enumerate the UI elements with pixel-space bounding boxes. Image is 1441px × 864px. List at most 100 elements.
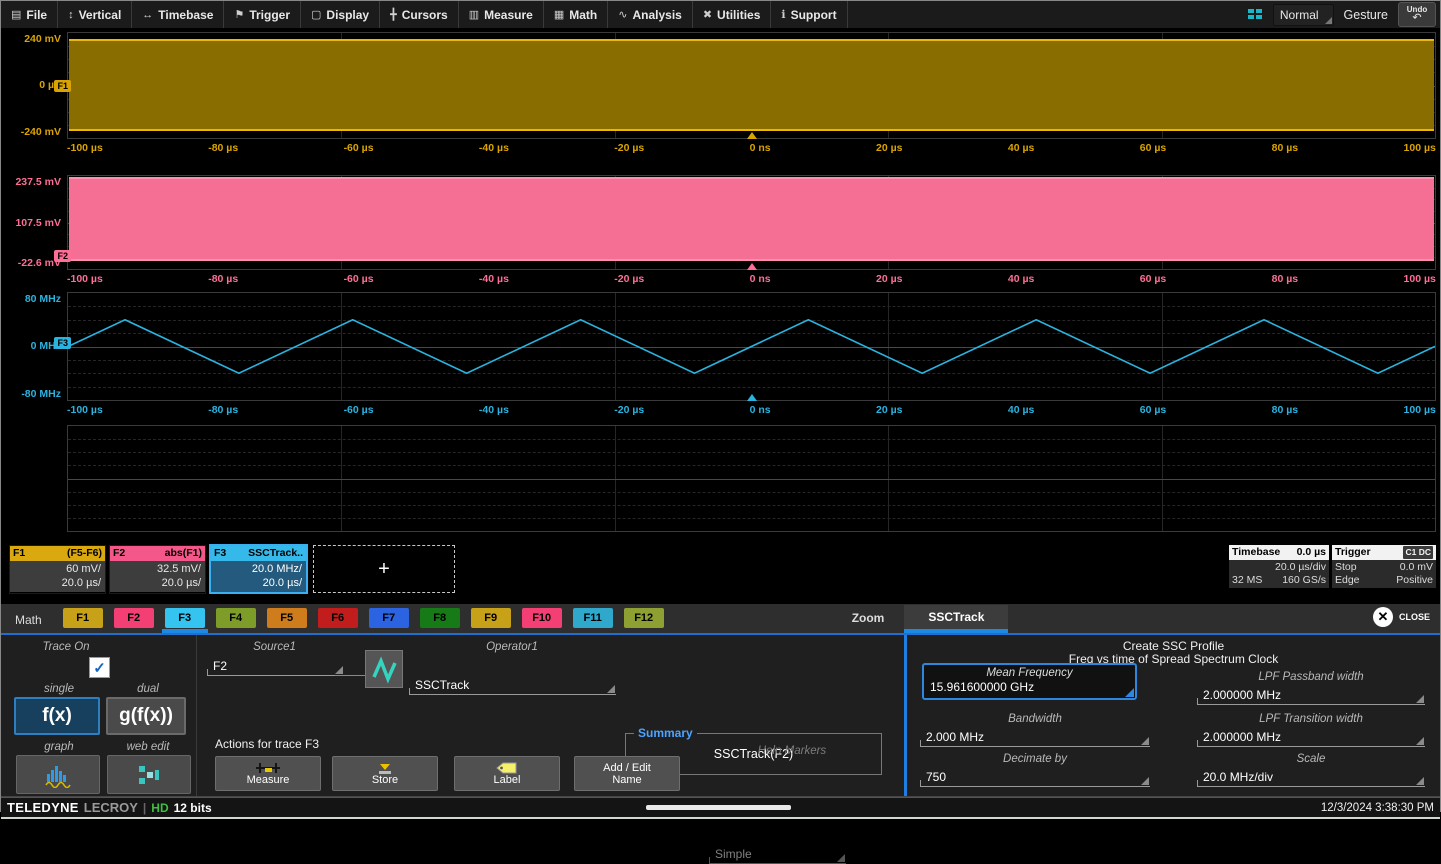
add-trace-button[interactable]: + — [313, 545, 455, 593]
math-dialog-middle-panel: Source1 F2 Operator1 SSCTrack Summary SS… — [197, 635, 904, 796]
tab-f5[interactable]: F5 — [267, 608, 307, 628]
x-axis-label: -100 µs — [67, 273, 103, 285]
tab-f6[interactable]: F6 — [318, 608, 358, 628]
tab-zoom[interactable]: Zoom — [832, 611, 905, 633]
trace-descriptor-f1[interactable]: F1(F5-F6)60 mV/20.0 µs/ — [9, 545, 106, 594]
descriptor-body: 20.0 MHz/20.0 µs/ — [211, 561, 306, 592]
menu-item-file[interactable]: ▤File — [1, 1, 58, 28]
menu-item-label: Math — [569, 8, 597, 22]
menu-item-analysis[interactable]: ∿Analysis — [608, 1, 693, 28]
menu-item-label: Measure — [484, 8, 533, 22]
field-value-text: 2.000000 MHz — [1203, 688, 1281, 702]
tab-f2-wrap: F2 — [111, 608, 157, 633]
checkmark-icon: ✓ — [93, 659, 106, 677]
tab-f4[interactable]: F4 — [216, 608, 256, 628]
menu-item-vertical[interactable]: ↕Vertical — [58, 1, 132, 28]
field-value-lpf-transition-width[interactable]: 2.000000 MHz — [1197, 728, 1425, 747]
plot-f2[interactable] — [67, 175, 1436, 270]
taskbar-handle[interactable] — [646, 805, 791, 810]
trace-descriptor-row: F1(F5-F6)60 mV/20.0 µs/F2abs(F1)32.5 mV/… — [9, 545, 1436, 595]
tab-f2[interactable]: F2 — [114, 608, 154, 628]
display-icon: ▢ — [311, 8, 321, 21]
field-label-lpf-passband-width: LPF Passband width — [1197, 671, 1425, 683]
menu-item-label: Analysis — [632, 8, 681, 22]
plot-f3[interactable] — [67, 292, 1436, 401]
tab-f10[interactable]: F10 — [522, 608, 562, 628]
timebase-summary-box[interactable]: Timebase 0.0 µs 20.0 µs/div 32 MS 160 GS… — [1229, 545, 1329, 588]
trace-on-checkbox[interactable]: ✓ — [89, 657, 110, 678]
tab-f1-wrap: F1 — [60, 608, 106, 633]
menu-item-cursors[interactable]: ╋Cursors — [380, 1, 459, 28]
tab-f1[interactable]: F1 — [63, 608, 103, 628]
menu-item-math[interactable]: ▦Math — [544, 1, 608, 28]
waveform-band-f2 — [69, 177, 1434, 261]
measure-caliper-icon — [254, 762, 282, 774]
zero-level-badge-f3[interactable]: F3 — [54, 337, 71, 349]
dual-gfx-button[interactable]: g(f(x)) — [106, 697, 186, 735]
grid-block-f2: 237.5 mV107.5 mV-22.6 mVF2-100 µs-80 µs-… — [1, 175, 1440, 287]
brand-lecroy: LECROY — [84, 800, 138, 815]
close-label: CLOSE — [1399, 612, 1430, 622]
operator1-dropdown[interactable]: SSCTrack — [409, 676, 616, 695]
plus-icon: + — [378, 558, 390, 581]
tab-underline — [315, 629, 361, 633]
grid-mode-dropdown[interactable]: Normal — [1273, 4, 1334, 26]
tab-f8[interactable]: F8 — [420, 608, 460, 628]
operator-icon-button[interactable] — [365, 650, 403, 688]
close-dialog-button[interactable]: ✕ CLOSE — [1373, 607, 1440, 633]
source1-dropdown[interactable]: F2 — [207, 657, 344, 676]
grid-gutter-f1: 240 mV0 µV-240 mVF1 — [1, 32, 67, 139]
graph-mode-button[interactable] — [16, 755, 100, 794]
menu-item-trigger[interactable]: ⚑Trigger — [224, 1, 301, 28]
zero-level-badge-f2[interactable]: F2 — [54, 250, 71, 262]
help-markers-dropdown[interactable]: Simple — [709, 845, 846, 864]
web-edit-label: web edit — [109, 741, 187, 753]
zero-level-badge-f1[interactable]: F1 — [54, 80, 71, 92]
waveform-band-f1 — [69, 39, 1434, 130]
bits-label: 12 bits — [174, 801, 212, 815]
trace-descriptor-f3[interactable]: F3SSCTrack..20.0 MHz/20.0 µs/ — [209, 544, 308, 594]
tab-f11[interactable]: F11 — [573, 608, 613, 628]
menu-item-measure[interactable]: ▥Measure — [459, 1, 544, 28]
field-label-decimate-by: Decimate by — [920, 753, 1150, 765]
menu-item-display[interactable]: ▢Display — [301, 1, 380, 28]
label-button[interactable]: Label — [454, 756, 560, 791]
undo-button[interactable]: Undo ↶ — [1398, 2, 1436, 27]
trigger-summary-box[interactable]: Trigger C1 DC Stop 0.0 mV Edge Positive — [1332, 545, 1436, 588]
help-markers-label: Help Markers — [702, 745, 882, 757]
tab-f7[interactable]: F7 — [369, 608, 409, 628]
field-value-lpf-passband-width[interactable]: 2.000000 MHz — [1197, 686, 1425, 705]
descriptor-hscale: 20.0 µs/ — [12, 576, 101, 590]
tab-ssctrack[interactable]: SSCTrack — [904, 605, 1008, 633]
measure-button[interactable]: Measure — [215, 756, 321, 791]
store-button[interactable]: Store — [332, 756, 438, 791]
menu-item-label: Timebase — [158, 8, 213, 22]
web-edit-button[interactable] — [107, 755, 191, 794]
tab-f3[interactable]: F3 — [165, 608, 205, 628]
plot-f1[interactable] — [67, 32, 1436, 139]
graph-label: graph — [16, 741, 102, 753]
tab-f10-wrap: F10 — [519, 608, 565, 633]
gesture-label[interactable]: Gesture — [1344, 8, 1388, 22]
field-value-decimate-by[interactable]: 750 — [920, 768, 1150, 787]
tab-f9[interactable]: F9 — [471, 608, 511, 628]
timebase-offset: 0.0 µs — [1297, 546, 1326, 559]
close-icon: ✕ — [1373, 607, 1393, 627]
add-edit-name-button[interactable]: Add / Edit Name — [574, 756, 680, 791]
source1-label: Source1 — [207, 641, 342, 653]
single-fx-button[interactable]: f(x) — [14, 697, 100, 735]
field-value-bandwidth[interactable]: 2.000 MHz — [920, 728, 1150, 747]
menu-item-utilities[interactable]: ✖Utilities — [693, 1, 772, 28]
menu-item-timebase[interactable]: ↔Timebase — [132, 1, 224, 28]
display-grid-mode-icon[interactable] — [1248, 9, 1263, 21]
undo-arrow-icon: ↶ — [1412, 13, 1421, 24]
trace-descriptor-f2[interactable]: F2abs(F1)32.5 mV/20.0 µs/ — [109, 545, 206, 594]
grid-hline — [68, 492, 1435, 493]
tab-f12[interactable]: F12 — [624, 608, 664, 628]
field-mean-frequency[interactable]: Mean Frequency15.961600000 GHz — [922, 663, 1137, 700]
field-value-scale[interactable]: 20.0 MHz/div — [1197, 768, 1425, 787]
menu-item-support[interactable]: ℹSupport — [771, 1, 847, 28]
plot-empty[interactable] — [67, 425, 1436, 532]
y-axis-label: 80 MHz — [25, 293, 61, 305]
x-axis-label: 80 µs — [1272, 142, 1299, 154]
